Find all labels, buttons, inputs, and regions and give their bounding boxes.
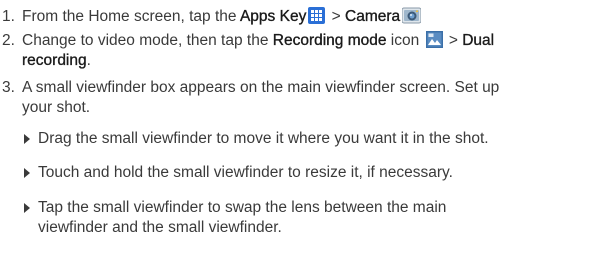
step-text-line: A small viewfinder box appears on the ma… [22, 79, 500, 96]
bullet-text: Drag the small viewfinder to move it whe… [38, 130, 489, 147]
step-number: 3. [2, 79, 15, 96]
dual-recording-label: Dual [462, 32, 495, 49]
step-text-part: . [86, 52, 91, 69]
bullet-text-line: Tap the small viewfinder to swap the len… [38, 199, 447, 216]
camera-label: Camera [345, 8, 401, 25]
step-text-part: Change to video mode, then tap the [22, 32, 273, 49]
recording-mode-icon [425, 31, 443, 48]
bullet-text-line: viewfinder and the small viewfinder. [38, 219, 282, 236]
step-text-line: your shot. [22, 99, 91, 116]
step-text-part: icon [386, 32, 424, 49]
recording-mode-label: Recording mode [272, 32, 387, 49]
step-text-part: > [444, 32, 463, 49]
instructions: 1. From the Home screen, tap the Apps Ke… [0, 0, 613, 265]
step-number: 2. [2, 32, 15, 49]
apps-key-icon [308, 7, 326, 24]
bullet-text: Tap the small viewfinder to swap the len… [38, 198, 608, 238]
step-text-part: > [327, 8, 345, 25]
bullet-triangle-icon [24, 134, 30, 144]
bullet-triangle-icon [24, 168, 30, 178]
dual-recording-label-cont: recording [22, 52, 87, 69]
bullet-text: Touch and hold the small viewfinder to r… [38, 164, 453, 181]
step-text: A small viewfinder box appears on the ma… [22, 78, 608, 118]
step-number: 1. [2, 8, 15, 25]
apps-key-label: Apps Key [239, 8, 307, 25]
step-text: Change to video mode, then tap the Recor… [22, 31, 608, 71]
camera-icon [401, 7, 422, 24]
step-text: From the Home screen, tap the Apps Key >… [22, 7, 608, 27]
bullet-triangle-icon [24, 203, 30, 213]
step-text-part: From the Home screen, tap the [22, 8, 240, 25]
